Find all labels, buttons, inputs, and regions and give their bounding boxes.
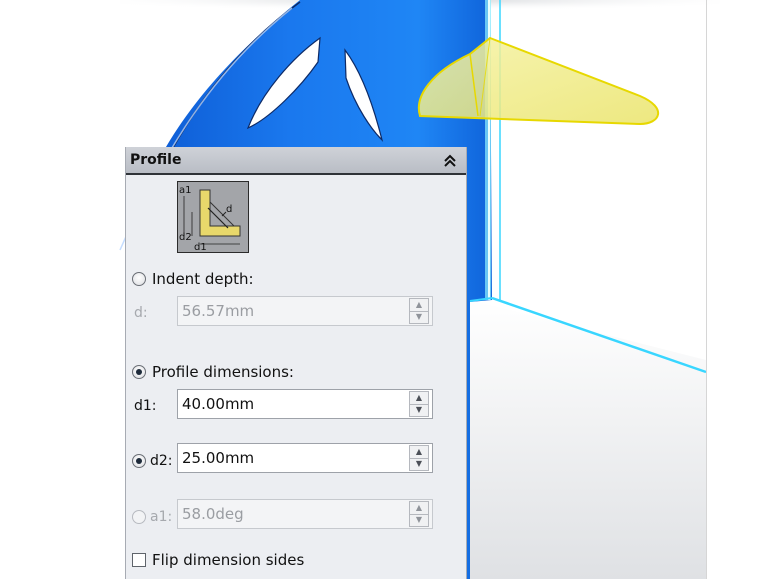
d1-label: d1: [134, 398, 157, 414]
spin-up-icon: ▲ [415, 502, 423, 512]
d2-input[interactable] [178, 444, 409, 472]
spin-down-icon: ▼ [410, 310, 428, 324]
indent-depth-field: ▲ ▼ [177, 296, 433, 326]
d1-field[interactable]: ▲ ▼ [177, 389, 433, 419]
spin-up-icon: ▲ [415, 299, 423, 309]
a1-radio [132, 510, 146, 524]
profile-diagram-icon: a1 d d2 d1 [177, 181, 249, 253]
indent-depth-radio[interactable] [132, 272, 146, 286]
indent-depth-field-label: d: [134, 305, 148, 321]
diagram-label-d: d [226, 204, 232, 215]
flip-dimension-checkbox[interactable] [132, 553, 146, 567]
diagram-label-a1: a1 [179, 185, 192, 196]
indent-depth-input [178, 297, 409, 325]
profile-panel: Profile a1 d d2 d1 Indent depth: d: 56.5… [125, 147, 467, 579]
flip-dimension-option[interactable]: Flip dimension sides [132, 551, 304, 569]
d2-label: d2: [150, 453, 173, 469]
d1-spinner[interactable]: ▲ ▼ [409, 391, 429, 417]
a1-label: a1: [150, 509, 173, 525]
panel-header[interactable]: Profile [126, 147, 466, 175]
spin-down-icon[interactable]: ▼ [410, 457, 428, 471]
spin-up-icon[interactable]: ▲ [410, 392, 428, 404]
flip-dimension-label: Flip dimension sides [152, 551, 305, 569]
d2-spinner[interactable]: ▲ ▼ [409, 445, 429, 471]
indent-depth-label: Indent depth: [152, 270, 254, 288]
diagram-label-d1: d1 [194, 242, 207, 252]
a1-field: ▲ ▼ [177, 499, 433, 529]
a1-spinner: ▲ ▼ [409, 501, 429, 527]
panel-title: Profile [130, 152, 182, 168]
profile-dimensions-radio[interactable] [132, 365, 146, 379]
d2-option[interactable]: d2: [132, 453, 173, 469]
profile-dimensions-label: Profile dimensions: [152, 363, 294, 381]
a1-option: a1: [132, 509, 172, 525]
a1-input [178, 500, 409, 528]
diagram-label-d2: d2 [179, 232, 192, 243]
d2-radio[interactable] [132, 454, 146, 468]
spin-down-icon: ▼ [410, 513, 428, 527]
double-chevron-up-icon[interactable] [442, 152, 458, 168]
viewport-divider [706, 0, 707, 579]
spin-down-icon[interactable]: ▼ [410, 403, 428, 417]
profile-dimensions-option[interactable]: Profile dimensions: [132, 363, 294, 381]
d2-field[interactable]: ▲ ▼ [177, 443, 433, 473]
indent-depth-spinner: ▲ ▼ [409, 298, 429, 324]
d1-input[interactable] [178, 390, 409, 418]
spin-up-icon[interactable]: ▲ [410, 446, 428, 458]
indent-depth-option[interactable]: Indent depth: [132, 270, 254, 288]
